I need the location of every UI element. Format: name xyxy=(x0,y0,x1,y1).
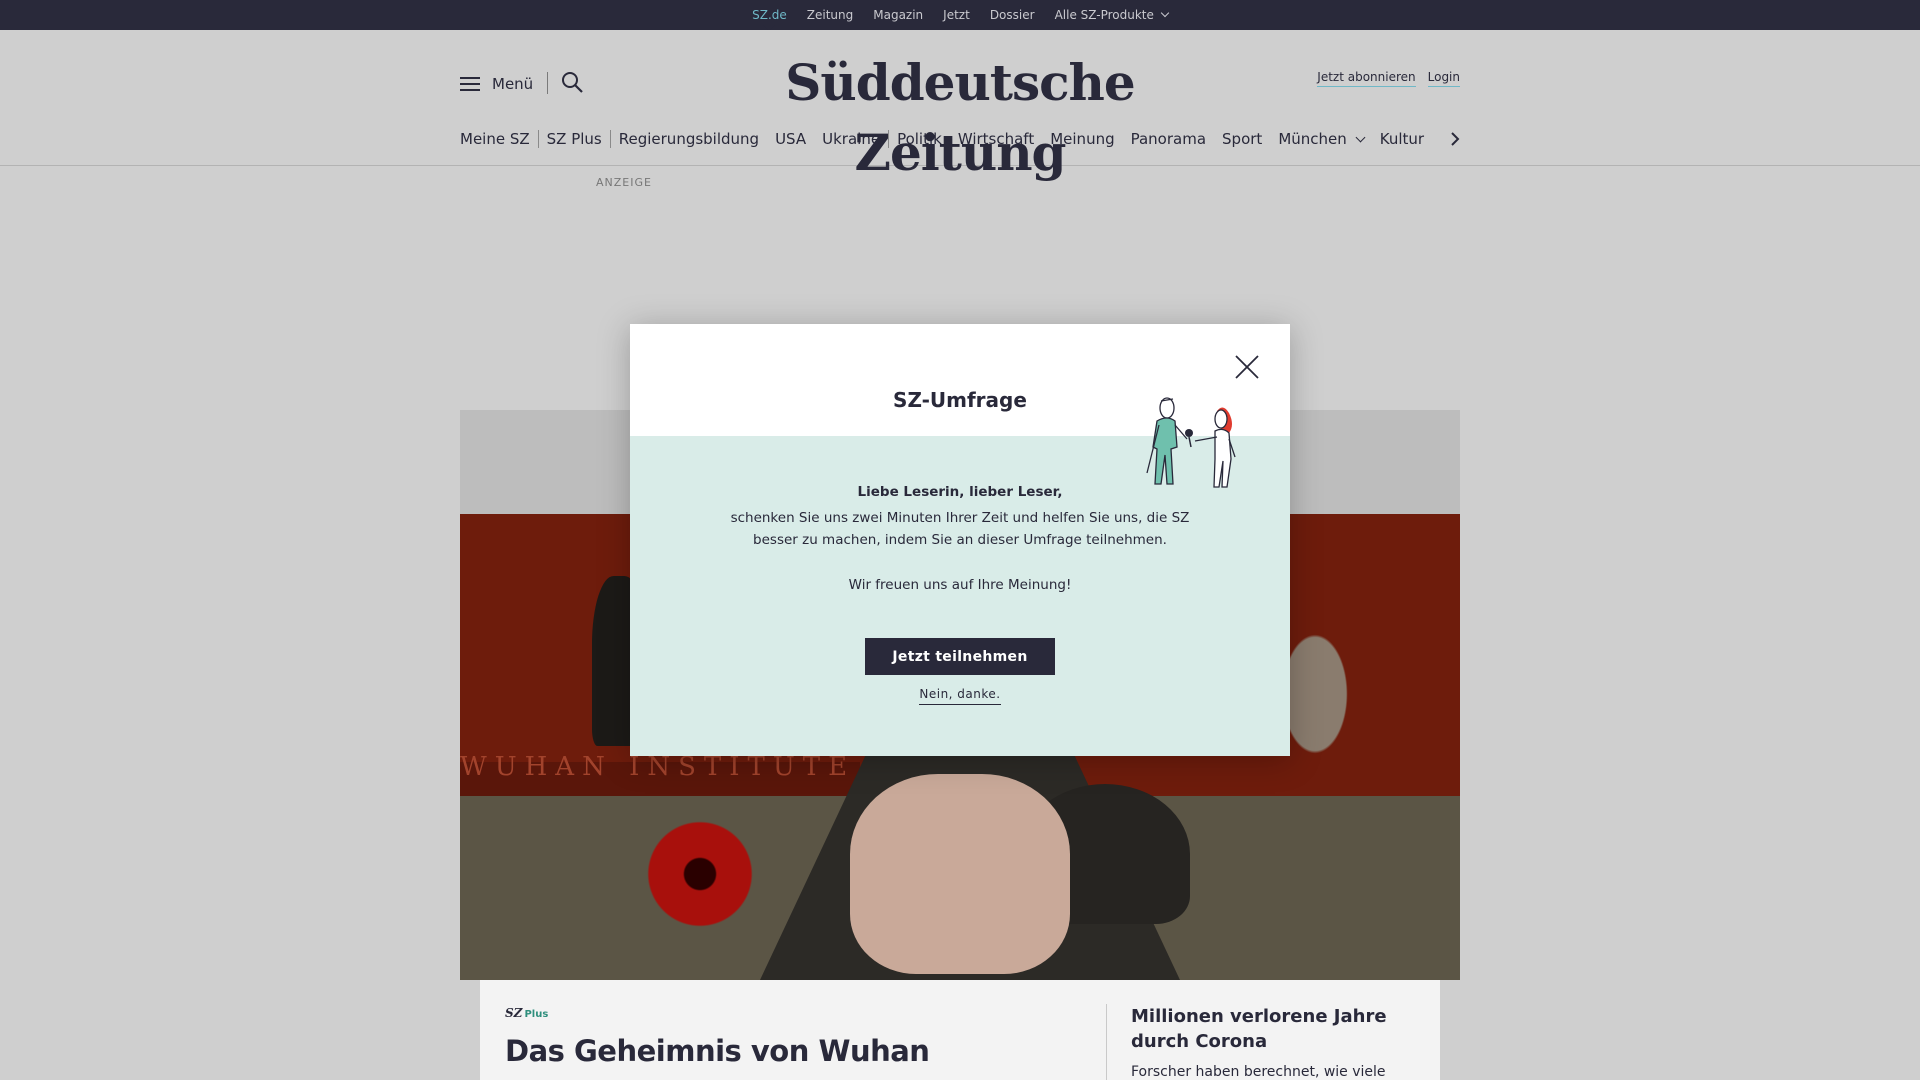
topbar-link-szde[interactable]: SZ.de xyxy=(752,8,787,31)
nav-item-usa[interactable]: USA xyxy=(767,130,814,148)
decline-link[interactable]: Nein, danke. xyxy=(919,687,1001,705)
top-bar-nav: SZ.de Zeitung Magazin Jetzt Dossier Alle… xyxy=(0,0,1920,31)
chevron-down-icon xyxy=(1160,8,1170,18)
ad-label: ANZEIGE xyxy=(596,176,652,189)
teaser-divider xyxy=(1106,1004,1107,1080)
nav-scroll-right-button[interactable] xyxy=(1446,130,1464,148)
nav-item-kultur[interactable]: Kultur xyxy=(1372,130,1432,148)
search-icon xyxy=(562,72,583,93)
search-button[interactable] xyxy=(560,70,586,96)
login-link[interactable]: Login xyxy=(1427,70,1460,87)
nav-item-sport[interactable]: Sport xyxy=(1214,130,1270,148)
teaser-card: SZ Plus Das Geheimnis von Wuhan Millione… xyxy=(480,980,1440,1080)
nav-item-meinung[interactable]: Meinung xyxy=(1042,130,1122,148)
side-teaser-title[interactable]: Millionen verlorene Jahre durch Corona xyxy=(1131,1004,1391,1054)
section-nav: Meine SZ SZ Plus Regierungsbildung USA U… xyxy=(460,126,1432,152)
nav-item-panorama[interactable]: Panorama xyxy=(1123,130,1214,148)
hero-hand xyxy=(850,774,1070,974)
topbar-link-magazin[interactable]: Magazin xyxy=(873,8,923,22)
site-header: Menü Süddeutsche Zeitung Jetzt abonniere… xyxy=(0,30,1920,182)
chevron-down-icon xyxy=(1355,132,1366,143)
topbar-link-dossier[interactable]: Dossier xyxy=(990,8,1035,22)
participate-button[interactable]: Jetzt teilnehmen xyxy=(865,638,1055,675)
hamburger-icon xyxy=(460,76,480,92)
teaser-title[interactable]: Das Geheimnis von Wuhan xyxy=(505,1034,930,1068)
hero-image-caption-text: WUHAN INSTITUTE xyxy=(460,752,856,782)
decline-link-row: Nein, danke. xyxy=(630,687,1290,705)
chevron-right-icon xyxy=(1451,132,1460,146)
nav-item-sz-plus[interactable]: SZ Plus xyxy=(539,130,610,148)
survey-greeting: Liebe Leserin, lieber Leser, xyxy=(857,484,1063,500)
survey-message-closing: Wir freuen uns auf Ihre Meinung! xyxy=(848,577,1072,593)
topbar-link-jetzt[interactable]: Jetzt xyxy=(943,8,970,22)
header-account-links: Jetzt abonnieren Login xyxy=(1317,70,1460,87)
nav-item-ukraine[interactable]: Ukraine xyxy=(814,130,888,148)
virus-illustration xyxy=(640,814,760,934)
sz-plus-brand: SZ xyxy=(505,1006,523,1020)
menu-button[interactable]: Menü xyxy=(460,72,533,96)
side-teaser-text: Forscher haben berechnet, wie viele xyxy=(1131,1064,1386,1080)
survey-message: schenken Sie uns zwei Minuten Ihrer Zeit… xyxy=(730,510,1190,548)
survey-interview-illustration xyxy=(1146,397,1236,488)
close-button[interactable] xyxy=(1232,352,1262,382)
topbar-products-label: Alle SZ-Produkte xyxy=(1054,8,1154,22)
sz-plus-badge: SZ Plus xyxy=(505,1006,929,1020)
teaser-main[interactable]: SZ Plus Das Geheimnis von Wuhan xyxy=(505,1006,930,1068)
topbar-products-dropdown[interactable]: Alle SZ-Produkte xyxy=(1054,8,1170,22)
menu-label: Menü xyxy=(492,75,534,93)
top-bar: SZ.de Zeitung Magazin Jetzt Dossier Alle… xyxy=(0,0,1920,31)
nav-item-regierungsbildung[interactable]: Regierungsbildung xyxy=(611,130,767,148)
nav-item-politik[interactable]: Politik xyxy=(889,130,950,148)
header-divider xyxy=(547,72,548,94)
survey-modal: SZ-Umfrage Liebe Leserin, lieber Leser, … xyxy=(630,324,1290,756)
nav-item-meine-sz[interactable]: Meine SZ xyxy=(460,130,538,148)
close-icon xyxy=(1235,355,1259,379)
nav-item-wirtschaft[interactable]: Wirtschaft xyxy=(950,130,1042,148)
subscribe-link[interactable]: Jetzt abonnieren xyxy=(1317,70,1416,87)
nav-item-muenchen-label: München xyxy=(1278,130,1347,148)
nav-item-muenchen[interactable]: München xyxy=(1270,130,1371,148)
site-logo[interactable]: Süddeutsche Zeitung xyxy=(700,48,1220,182)
sz-plus-label: Plus xyxy=(524,1009,549,1020)
topbar-link-zeitung[interactable]: Zeitung xyxy=(807,8,853,22)
